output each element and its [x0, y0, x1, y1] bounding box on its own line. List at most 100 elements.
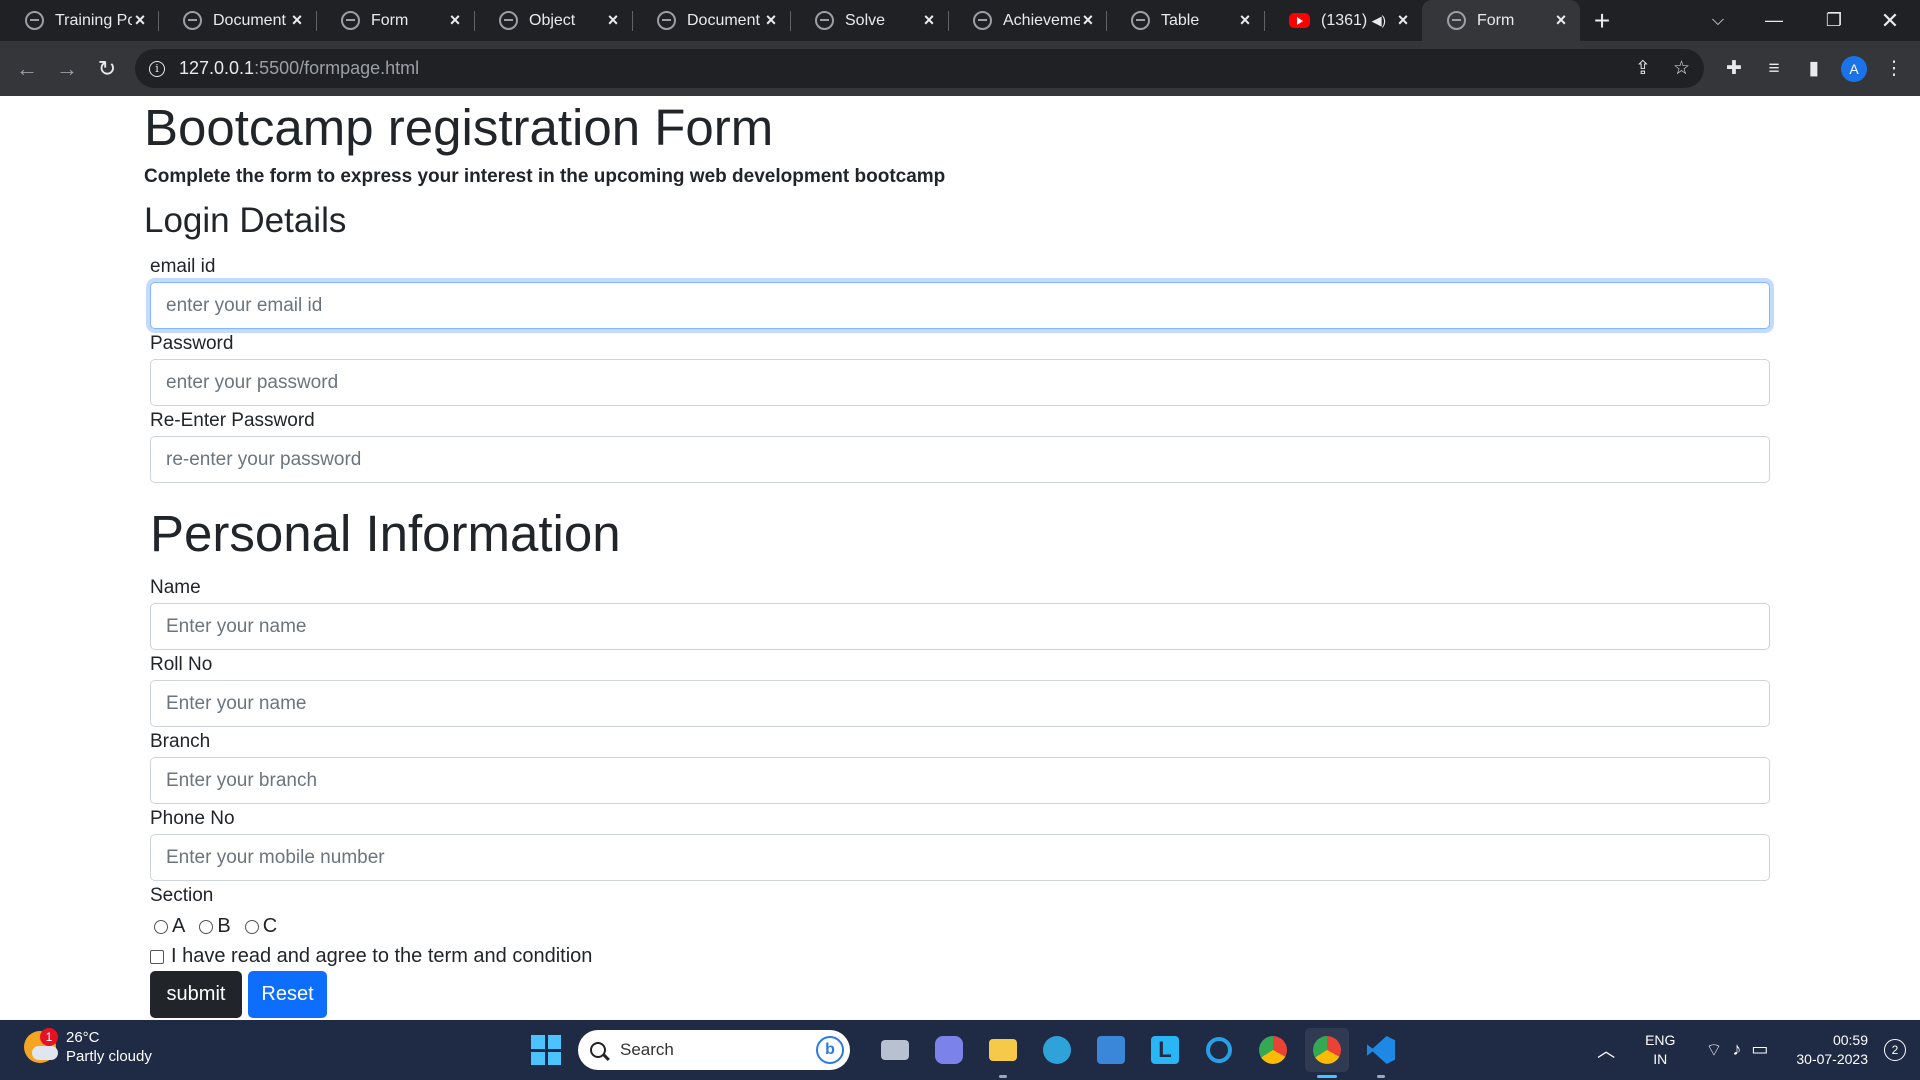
- tab-solve[interactable]: Solve ×: [790, 0, 948, 41]
- browser-toolbar: ← → ↻ i 127.0.0.1:5500/formpage.html ⇪ ☆…: [0, 41, 1920, 96]
- name-label: Name: [150, 577, 201, 598]
- taskbar-search[interactable]: Search b: [578, 1030, 850, 1070]
- rollno-label: Roll No: [150, 654, 213, 675]
- task-view-icon[interactable]: [873, 1028, 917, 1072]
- tab-training-portal[interactable]: Training Por ×: [0, 0, 158, 41]
- tab-document[interactable]: Document ×: [158, 0, 316, 41]
- chrome-profile-icon[interactable]: [1305, 1028, 1349, 1078]
- l-app-icon[interactable]: L: [1143, 1028, 1187, 1072]
- url-host: 127.0.0.1: [179, 58, 255, 78]
- page-title: Bootcamp registration Form: [144, 99, 774, 156]
- close-tab-icon[interactable]: ×: [1236, 10, 1254, 31]
- section-c-label: C: [262, 915, 278, 937]
- section-c-radio[interactable]: [244, 919, 259, 934]
- speaker-icon[interactable]: ◀): [1372, 13, 1386, 29]
- close-tab-icon[interactable]: ×: [1552, 10, 1570, 31]
- tab-title: (1361): [1321, 11, 1368, 29]
- submit-button[interactable]: submit: [150, 971, 242, 1018]
- wifi-icon[interactable]: ⌔: [1705, 1039, 1722, 1062]
- password-input[interactable]: [150, 359, 1770, 406]
- tab-title: Solve: [845, 11, 886, 29]
- tab-youtube[interactable]: (1361) ◀) ×: [1264, 0, 1422, 41]
- section-b-radio[interactable]: [199, 919, 214, 934]
- lang-line2: IN: [1653, 1051, 1668, 1067]
- search-icon: [590, 1042, 606, 1058]
- chevron-up-icon[interactable]: ︿: [1597, 1037, 1615, 1063]
- file-explorer-icon[interactable]: [981, 1028, 1025, 1078]
- microsoft-store-icon[interactable]: [1089, 1028, 1133, 1072]
- tab-object[interactable]: Object ×: [474, 0, 632, 41]
- close-tab-icon[interactable]: ×: [288, 10, 306, 31]
- password-label: Password: [150, 333, 234, 354]
- phone-input[interactable]: [150, 834, 1770, 881]
- tab-form-active[interactable]: Form ×: [1422, 0, 1580, 41]
- tab-achievements[interactable]: Achievemer ×: [948, 0, 1106, 41]
- windows-start-icon[interactable]: [524, 1028, 568, 1072]
- globe-icon: [657, 11, 676, 30]
- volume-icon[interactable]: ♪: [1732, 1039, 1741, 1062]
- edge-icon[interactable]: [1035, 1028, 1079, 1072]
- windows-taskbar: 26°C Partly cloudy 1 Search b L ︿ ENG IN…: [0, 1020, 1920, 1080]
- cortana-icon[interactable]: [1197, 1028, 1241, 1072]
- share-icon[interactable]: ⇪: [1635, 57, 1651, 80]
- section-a-label: A: [172, 915, 186, 937]
- close-tab-icon[interactable]: ×: [1080, 10, 1096, 31]
- teams-chat-icon[interactable]: [927, 1028, 971, 1072]
- battery-icon[interactable]: ▭: [1751, 1039, 1768, 1062]
- close-window-button[interactable]: ✕: [1860, 0, 1920, 41]
- lang-line1: ENG: [1645, 1032, 1676, 1048]
- bing-icon[interactable]: b: [816, 1036, 844, 1064]
- email-label: email id: [150, 256, 216, 277]
- reload-icon[interactable]: ↻: [87, 49, 127, 89]
- close-tab-icon[interactable]: ×: [1394, 10, 1412, 31]
- address-bar[interactable]: i 127.0.0.1:5500/formpage.html ⇪ ☆: [135, 49, 1704, 88]
- close-tab-icon[interactable]: ×: [132, 10, 148, 31]
- media-queue-icon[interactable]: ≡: [1754, 49, 1794, 89]
- tab-document-2[interactable]: Document ×: [632, 0, 790, 41]
- section-a-radio[interactable]: [154, 919, 168, 934]
- globe-icon: [1447, 11, 1466, 30]
- tab-search-icon[interactable]: ⌵: [1688, 0, 1748, 41]
- minimize-button[interactable]: —: [1744, 0, 1804, 41]
- terms-checkbox[interactable]: [150, 949, 164, 964]
- reenter-password-input[interactable]: [150, 436, 1770, 483]
- site-info-icon[interactable]: i: [149, 60, 165, 77]
- new-tab-button[interactable]: +: [1580, 0, 1624, 41]
- close-tab-icon[interactable]: ×: [920, 10, 938, 31]
- restore-button[interactable]: ❐: [1804, 0, 1864, 41]
- rollno-input[interactable]: [150, 680, 1770, 727]
- clock-time: 00:59: [1832, 1032, 1868, 1048]
- profile-avatar[interactable]: A: [1834, 49, 1874, 89]
- search-label: Search: [620, 1040, 674, 1059]
- forward-arrow-icon[interactable]: →: [47, 49, 87, 89]
- login-details-heading: Login Details: [144, 201, 347, 240]
- avatar: A: [1841, 55, 1867, 82]
- side-panel-icon[interactable]: ▮: [1794, 49, 1834, 89]
- clock[interactable]: 00:59 30-07-2023: [1796, 1031, 1868, 1069]
- branch-input[interactable]: [150, 757, 1770, 804]
- email-input[interactable]: [150, 282, 1770, 329]
- close-tab-icon[interactable]: ×: [446, 10, 464, 31]
- chrome-icon[interactable]: [1251, 1028, 1295, 1072]
- page-content: Bootcamp registration Form Complete the …: [0, 96, 1920, 1020]
- language-indicator[interactable]: ENG IN: [1645, 1031, 1675, 1069]
- tab-table[interactable]: Table ×: [1106, 0, 1264, 41]
- bookmark-star-icon[interactable]: ☆: [1673, 57, 1690, 80]
- clock-date: 30-07-2023: [1796, 1051, 1868, 1067]
- kebab-menu-icon[interactable]: ⋮: [1874, 49, 1914, 89]
- globe-icon: [183, 11, 202, 30]
- globe-icon: [341, 11, 360, 30]
- extensions-puzzle-icon[interactable]: ✚: [1714, 49, 1754, 89]
- reset-button[interactable]: Reset: [248, 971, 327, 1018]
- close-tab-icon[interactable]: ×: [762, 10, 780, 31]
- section-label: Section: [150, 885, 214, 906]
- back-arrow-icon[interactable]: ←: [7, 49, 47, 89]
- notification-badge[interactable]: 2: [1884, 1039, 1906, 1061]
- globe-icon: [1131, 11, 1150, 30]
- taskbar-apps: Search b L: [524, 1028, 1408, 1078]
- name-input[interactable]: [150, 603, 1770, 650]
- vscode-icon[interactable]: [1359, 1028, 1403, 1078]
- tab-form[interactable]: Form ×: [316, 0, 474, 41]
- close-tab-icon[interactable]: ×: [604, 10, 622, 31]
- terms-row: I have read and agree to the term and co…: [150, 945, 592, 968]
